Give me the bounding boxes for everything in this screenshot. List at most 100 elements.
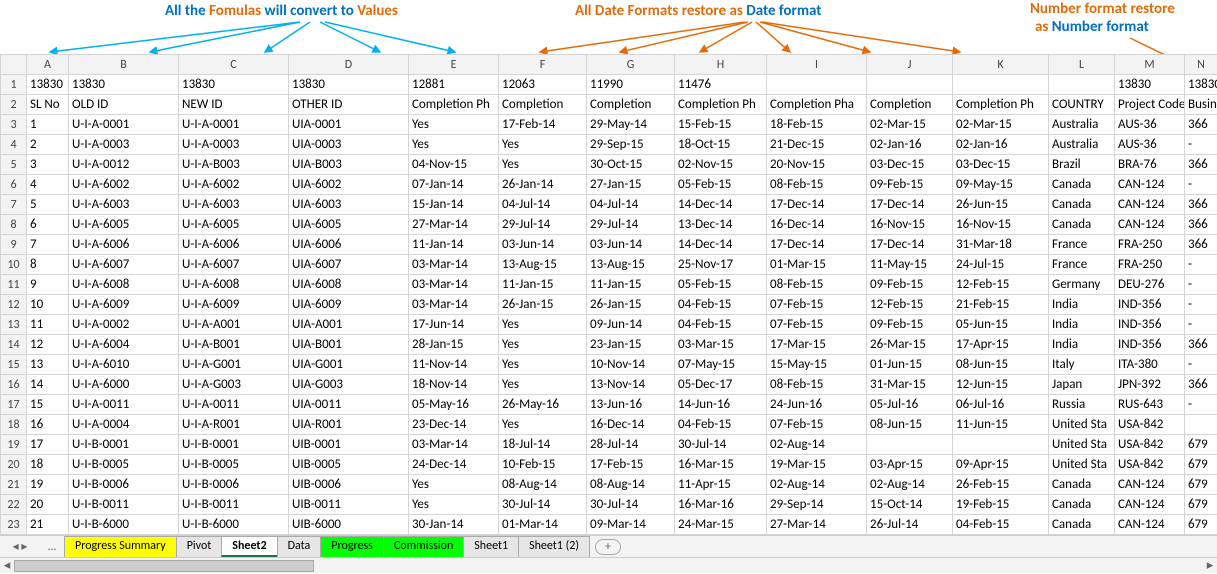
cell[interactable]: 17-Dec-14 — [867, 195, 953, 215]
cell[interactable]: 16-Nov-15 — [867, 215, 953, 235]
row-header[interactable]: 11 — [1, 275, 27, 295]
cell[interactable]: Australia — [1049, 115, 1115, 135]
cell[interactable]: OTHER ID — [289, 95, 409, 115]
cell[interactable]: 09-May-15 — [953, 175, 1049, 195]
cell[interactable]: - — [1185, 135, 1217, 155]
cell[interactable]: U-I-A-0012 — [69, 155, 179, 175]
cell[interactable]: UIA-0001 — [289, 115, 409, 135]
cell[interactable]: 29-Sep-14 — [767, 495, 867, 515]
cell[interactable]: 08-Jun-15 — [867, 415, 953, 435]
cell[interactable]: 30-Jul-14 — [587, 495, 675, 515]
cell[interactable]: UIA-6007 — [289, 255, 409, 275]
cell[interactable]: 05-Feb-15 — [675, 175, 767, 195]
cell[interactable]: 4 — [27, 175, 69, 195]
cell[interactable]: Completion Ph — [675, 95, 767, 115]
cell[interactable]: 13830 — [289, 75, 409, 95]
cell[interactable]: 02-Aug-14 — [767, 435, 867, 455]
cell[interactable]: Canada — [1049, 175, 1115, 195]
col-header[interactable]: J — [867, 55, 953, 75]
row-header[interactable]: 7 — [1, 195, 27, 215]
col-header[interactable]: D — [289, 55, 409, 75]
cell[interactable]: 31-Mar-15 — [867, 375, 953, 395]
cell[interactable]: U-I-B-0011 — [69, 495, 179, 515]
row-header[interactable]: 21 — [1, 475, 27, 495]
cell[interactable]: U-I-B-0005 — [179, 455, 289, 475]
cell[interactable]: Yes — [499, 335, 587, 355]
cell[interactable] — [1049, 75, 1115, 95]
cell[interactable]: 07-May-15 — [675, 355, 767, 375]
cell[interactable]: RUS-643 — [1115, 395, 1185, 415]
cell[interactable]: U-I-A-6005 — [69, 215, 179, 235]
cell[interactable]: 13830 — [27, 75, 69, 95]
cell[interactable]: UIA-6009 — [289, 295, 409, 315]
cell[interactable]: 05-Jul-16 — [867, 395, 953, 415]
cell[interactable]: 20 — [27, 495, 69, 515]
cell[interactable]: UIA-G001 — [289, 355, 409, 375]
cell[interactable]: Canada — [1049, 495, 1115, 515]
cell[interactable]: 19-Feb-15 — [953, 495, 1049, 515]
cell[interactable]: - — [1185, 275, 1217, 295]
cell[interactable]: 02-Jan-16 — [953, 135, 1049, 155]
row-header[interactable]: 9 — [1, 235, 27, 255]
cell[interactable]: U-I-A-6003 — [69, 195, 179, 215]
row-header[interactable]: 3 — [1, 115, 27, 135]
cell[interactable]: 30-Jan-14 — [409, 515, 499, 535]
col-header[interactable]: H — [675, 55, 767, 75]
tab-nav-arrows[interactable]: ◂ ▸ — [0, 539, 40, 554]
row-header[interactable]: 6 — [1, 175, 27, 195]
sheet-tab[interactable]: Sheet1 — [463, 536, 519, 557]
cell[interactable]: 13-Aug-15 — [587, 255, 675, 275]
cell[interactable]: France — [1049, 255, 1115, 275]
cell[interactable]: Japan — [1049, 375, 1115, 395]
cell[interactable]: 21 — [27, 515, 69, 535]
row-header[interactable]: 18 — [1, 415, 27, 435]
cell[interactable]: U-I-A-6006 — [69, 235, 179, 255]
cell[interactable]: 16-Dec-14 — [587, 415, 675, 435]
cell[interactable]: 30-Jul-14 — [675, 435, 767, 455]
cell[interactable]: Completion — [587, 95, 675, 115]
scroll-left-icon[interactable]: ◂ — [0, 558, 14, 574]
cell[interactable]: 11-May-15 — [867, 255, 953, 275]
cell[interactable]: Russia — [1049, 395, 1115, 415]
horizontal-scrollbar[interactable]: ◂ ▸ — [0, 557, 1217, 573]
cell[interactable]: FRA-250 — [1115, 255, 1185, 275]
cell[interactable]: 5 — [27, 195, 69, 215]
cell[interactable]: 7 — [27, 235, 69, 255]
row-header[interactable]: 5 — [1, 155, 27, 175]
cell[interactable]: 03-Mar-14 — [409, 275, 499, 295]
row-header[interactable]: 22 — [1, 495, 27, 515]
cell[interactable]: 16-Mar-16 — [675, 495, 767, 515]
cell[interactable]: 26-Mar-15 — [867, 335, 953, 355]
cell[interactable]: CAN-124 — [1115, 475, 1185, 495]
cell[interactable]: U-I-A-0001 — [69, 115, 179, 135]
cell[interactable]: 366 — [1185, 375, 1217, 395]
cell[interactable]: UIA-6006 — [289, 235, 409, 255]
cell[interactable]: IND-356 — [1115, 295, 1185, 315]
cell[interactable]: U-I-A-6010 — [69, 355, 179, 375]
cell[interactable]: United Sta — [1049, 455, 1115, 475]
col-header[interactable]: M — [1115, 55, 1185, 75]
cell[interactable]: 29-Sep-15 — [587, 135, 675, 155]
cell[interactable]: 05-Feb-15 — [675, 275, 767, 295]
cell[interactable]: 02-Jan-16 — [867, 135, 953, 155]
row-header[interactable]: 14 — [1, 335, 27, 355]
cell[interactable]: 366 — [1185, 215, 1217, 235]
cell[interactable]: U-I-A-0003 — [179, 135, 289, 155]
cell[interactable]: 16-Mar-15 — [675, 455, 767, 475]
cell[interactable]: 03-Mar-14 — [409, 255, 499, 275]
cell[interactable]: 12-Feb-15 — [953, 275, 1049, 295]
cell[interactable]: UIA-0003 — [289, 135, 409, 155]
cell[interactable]: 02-Aug-14 — [867, 475, 953, 495]
cell[interactable]: 03-Mar-14 — [409, 295, 499, 315]
cell[interactable]: UIA-A001 — [289, 315, 409, 335]
cell[interactable]: 679 — [1185, 435, 1217, 455]
cell[interactable]: Yes — [409, 135, 499, 155]
cell[interactable]: U-I-A-6004 — [69, 335, 179, 355]
cell[interactable]: 13830 — [179, 75, 289, 95]
cell[interactable]: U-I-A-B003 — [179, 155, 289, 175]
cell[interactable]: Completion — [867, 95, 953, 115]
cell[interactable]: 15-Feb-15 — [675, 115, 767, 135]
cell[interactable]: 01-Mar-15 — [767, 255, 867, 275]
cell[interactable]: 17-Feb-14 — [499, 115, 587, 135]
cell[interactable]: 12-Feb-15 — [867, 295, 953, 315]
